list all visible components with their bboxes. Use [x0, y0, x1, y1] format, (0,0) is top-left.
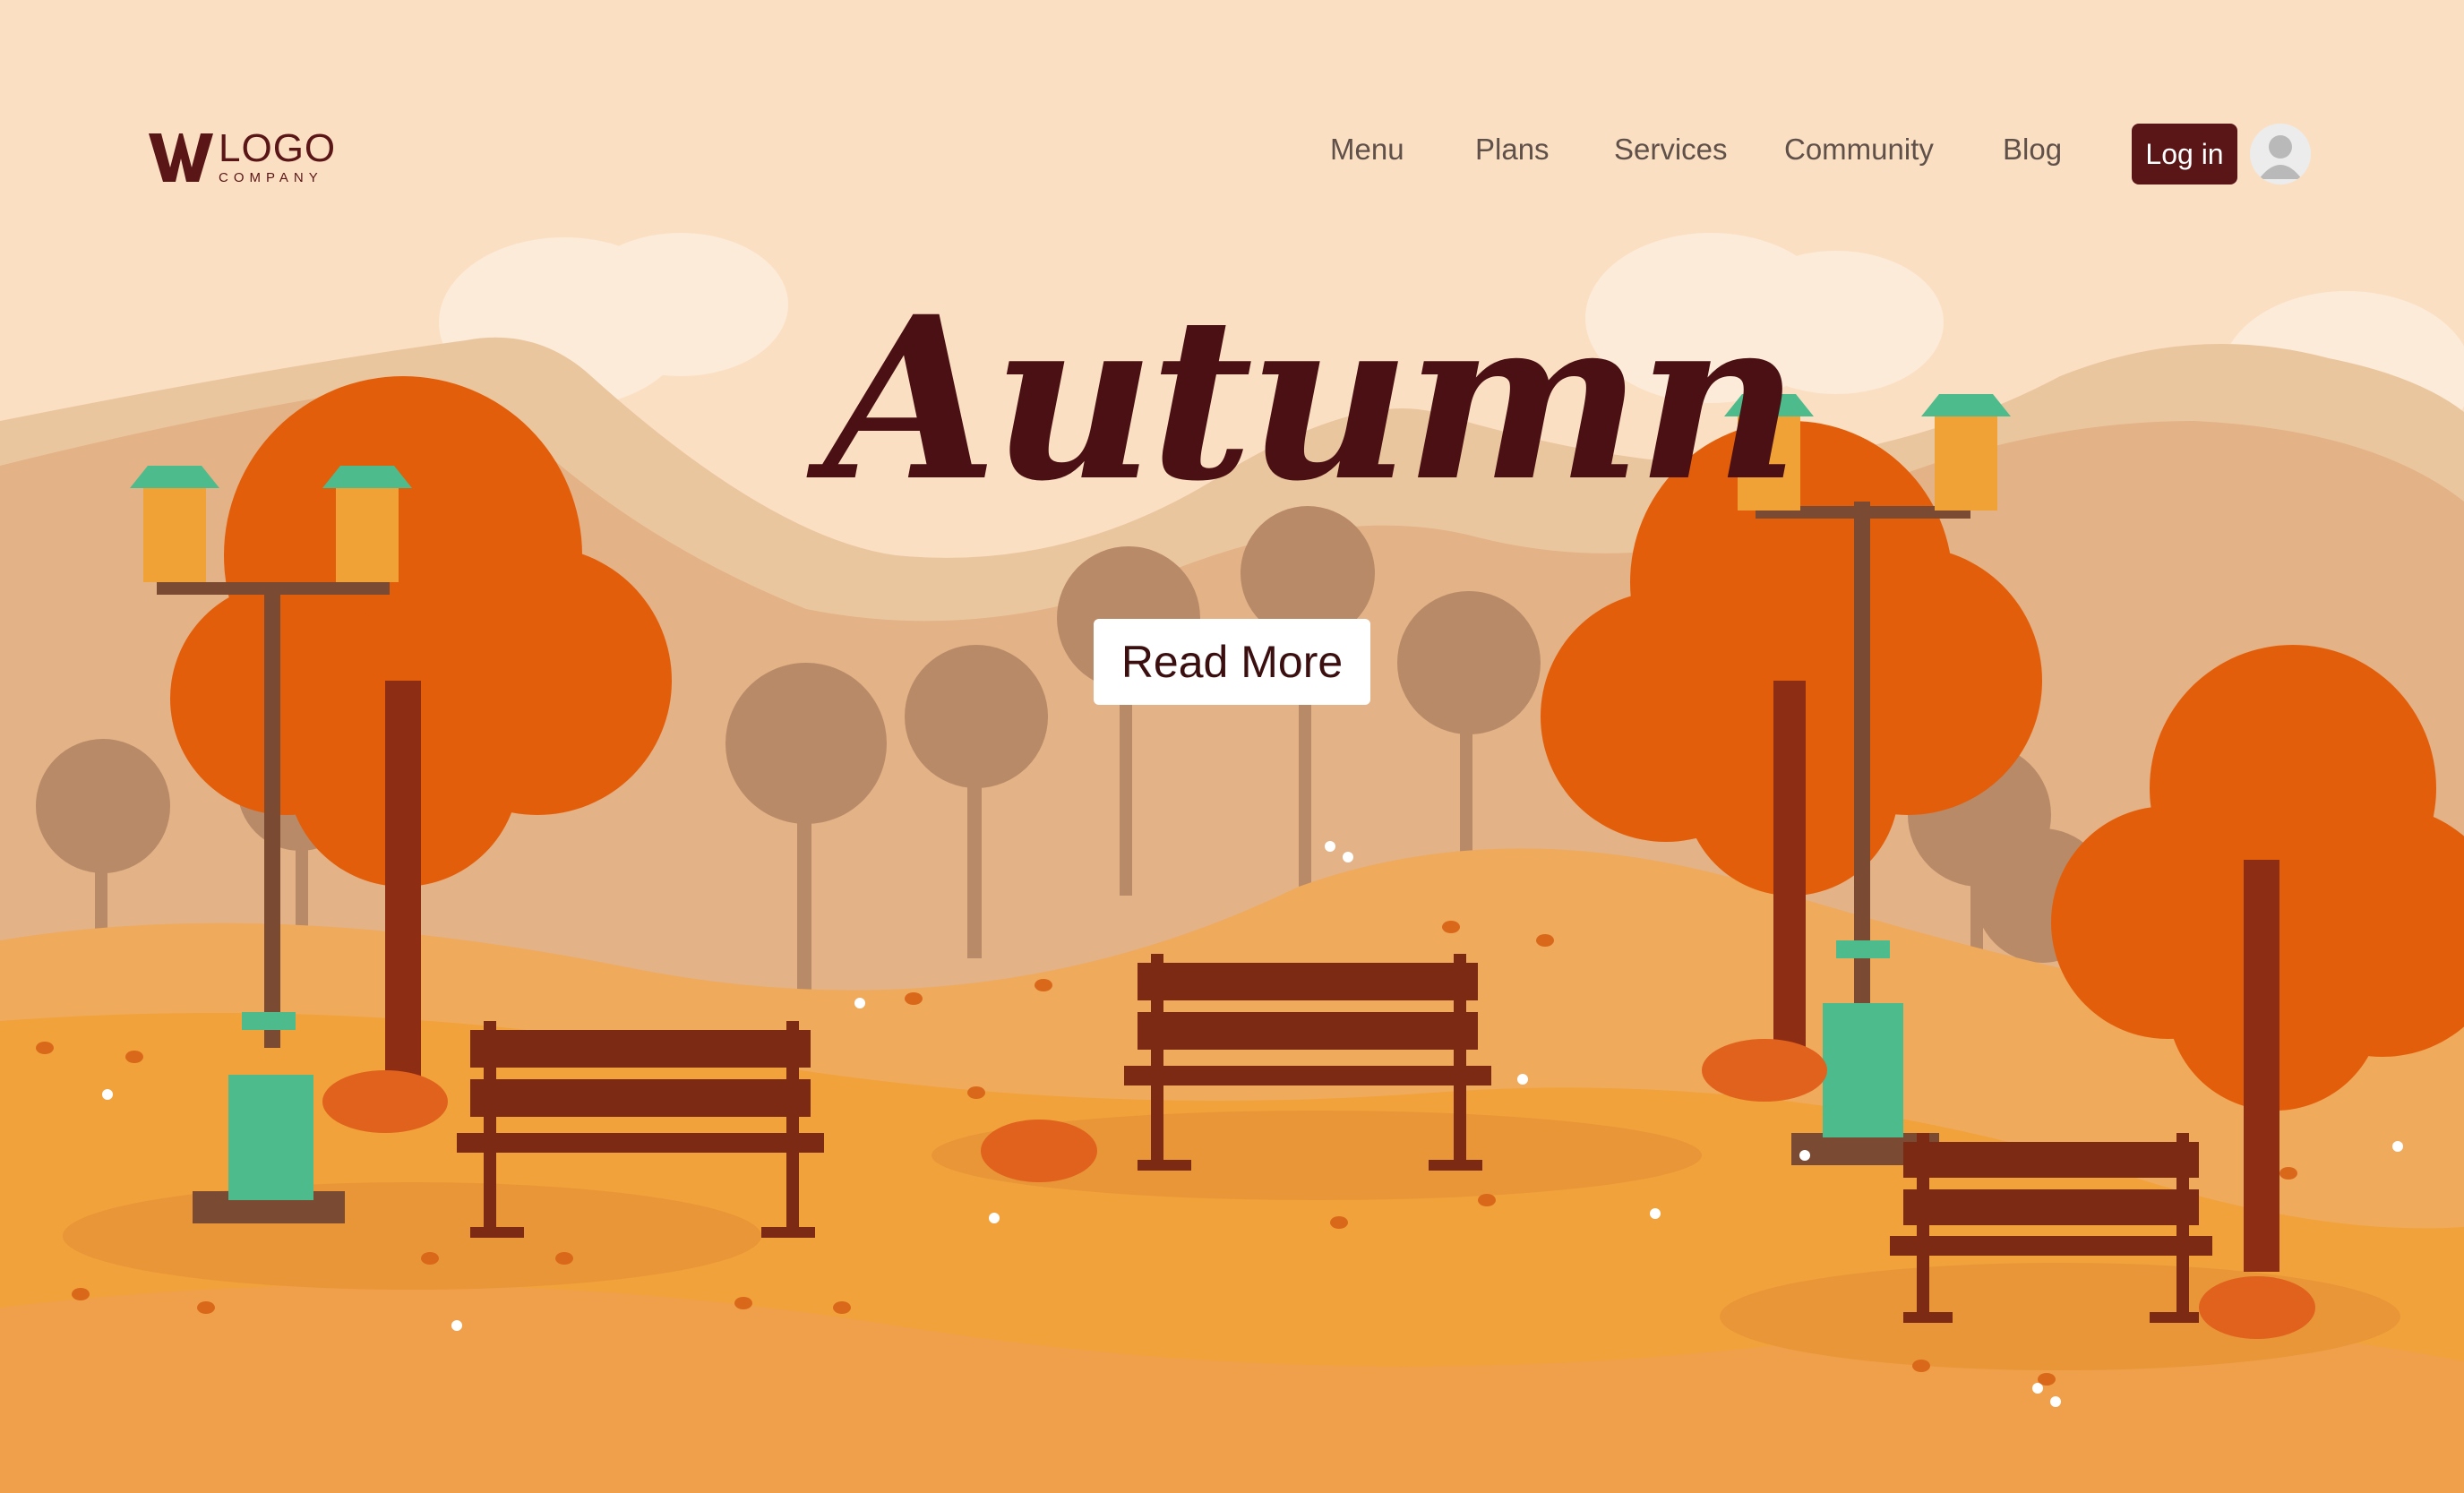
nav-item-plans[interactable]: Plans: [1475, 133, 1550, 167]
nav-item-community[interactable]: Community: [1784, 133, 1934, 167]
user-avatar[interactable]: [2250, 124, 2311, 184]
top-navigation: LOGO COMPANY Menu Plans Services Communi…: [0, 106, 2464, 204]
logo-mark-icon: [149, 133, 213, 182]
login-button[interactable]: Log in: [2132, 124, 2237, 184]
logo-subtitle: COMPANY: [219, 170, 323, 185]
nav-item-menu[interactable]: Menu: [1330, 133, 1404, 167]
user-avatar-icon: [2259, 135, 2302, 179]
company-logo[interactable]: LOGO COMPANY: [149, 125, 336, 188]
read-more-button[interactable]: Read More: [1094, 619, 1370, 705]
nav-item-blog[interactable]: Blog: [2003, 133, 2062, 167]
logo-word: LOGO: [219, 126, 337, 170]
hero-title: Autumn: [824, 267, 1799, 530]
nav-item-services[interactable]: Services: [1614, 133, 1728, 167]
autumn-park-illustration: [0, 0, 2464, 1493]
logo-text: LOGO COMPANY: [219, 126, 337, 185]
